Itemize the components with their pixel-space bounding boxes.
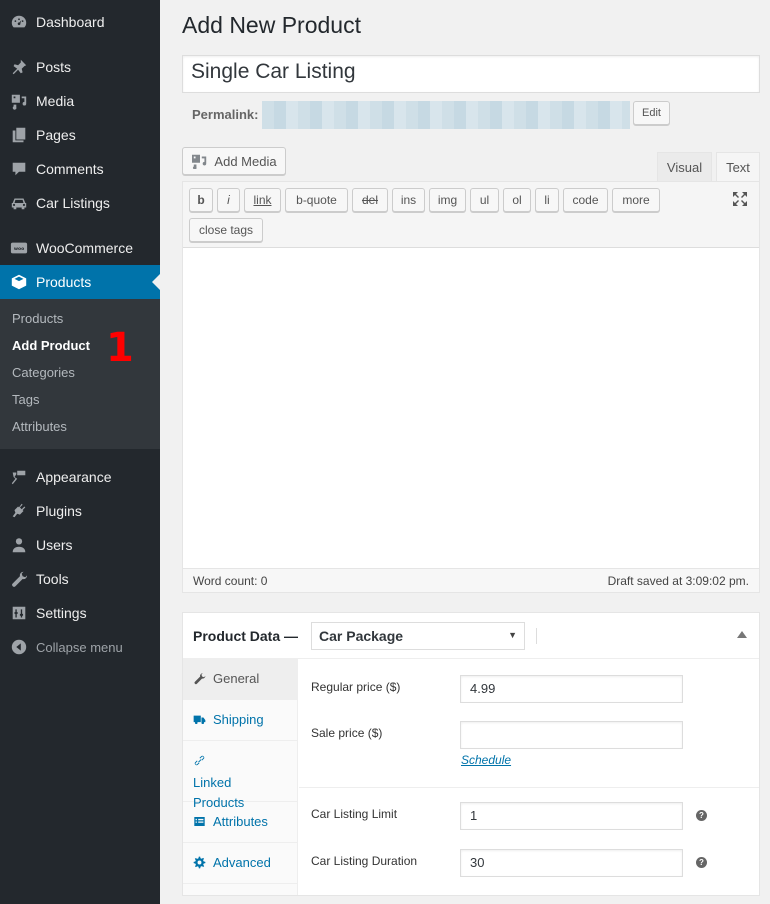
permalink-label: Permalink: — [192, 107, 259, 122]
quicktags-toolbar: b i link b-quote del ins img ul ol li co… — [183, 182, 759, 248]
header-divider — [536, 628, 537, 644]
brush-icon — [0, 468, 36, 486]
qt-more-button[interactable]: more — [612, 188, 660, 212]
car-icon — [0, 194, 36, 212]
qt-del-button[interactable]: del — [352, 188, 388, 212]
product-data-panel: Product Data — Car Package ▼ General Shi… — [182, 612, 760, 896]
schedule-link[interactable]: Schedule — [461, 753, 511, 767]
panel-toggle-arrow-icon[interactable] — [737, 631, 747, 638]
qt-code-button[interactable]: code — [563, 188, 608, 212]
product-data-header: Product Data — Car Package ▼ — [183, 613, 759, 659]
svg-text:woo: woo — [14, 247, 24, 252]
fullscreen-icon[interactable] — [731, 190, 749, 208]
menu-item-media[interactable]: Media — [0, 84, 160, 118]
submenu-item-add-product[interactable]: Add Product — [12, 338, 90, 353]
admin-sidebar: Dashboard Posts Media Pages Comments Car… — [0, 0, 160, 904]
car-listing-limit-label: Car Listing Limit — [311, 807, 398, 821]
link-icon — [193, 751, 213, 773]
pd-tab-advanced[interactable]: Advanced — [183, 843, 297, 884]
post-title-input[interactable]: Single Car Listing — [182, 55, 760, 93]
submenu-item-products[interactable]: Products — [12, 311, 63, 326]
menu-item-car-listings[interactable]: Car Listings — [0, 186, 160, 220]
edit-permalink-button[interactable]: Edit — [633, 101, 670, 125]
tab-visual[interactable]: Visual — [657, 152, 712, 182]
gear-icon — [193, 853, 213, 875]
pd-tab-general[interactable]: General — [183, 659, 297, 700]
menu-item-products[interactable]: Products — [0, 265, 160, 299]
qt-close-tags-button[interactable]: close tags — [189, 218, 263, 242]
menu-item-posts[interactable]: Posts — [0, 50, 160, 84]
product-data-title: Product Data — — [193, 628, 299, 644]
editor-status-bar: Word count: 0 Draft saved at 3:09:02 pm. — [183, 568, 759, 592]
media-icon — [0, 92, 36, 110]
qt-ol-button[interactable]: ol — [503, 188, 531, 212]
car-listing-limit-input[interactable]: 1 — [460, 802, 683, 830]
product-type-select[interactable]: Car Package ▼ — [311, 622, 525, 650]
pin-icon — [0, 58, 36, 76]
car-listing-duration-input[interactable]: 30 — [460, 849, 683, 877]
qt-bold-button[interactable]: b — [189, 188, 213, 212]
car-listing-duration-label: Car Listing Duration — [311, 854, 418, 868]
menu-item-comments[interactable]: Comments — [0, 152, 160, 186]
wrench-icon — [0, 570, 36, 588]
menu-item-tools[interactable]: Tools — [0, 562, 160, 596]
plugin-icon — [0, 502, 36, 520]
menu-item-appearance[interactable]: Appearance — [0, 460, 160, 494]
qt-ins-button[interactable]: ins — [392, 188, 425, 212]
sliders-icon — [0, 604, 36, 622]
box-icon — [0, 273, 36, 291]
product-data-tabs: General Shipping Linked Products Attribu… — [183, 659, 298, 895]
chevron-down-icon: ▼ — [508, 630, 517, 640]
submenu-item-attributes[interactable]: Attributes — [12, 419, 67, 434]
qt-ul-button[interactable]: ul — [470, 188, 499, 212]
pd-tab-linked-products[interactable]: Linked Products — [183, 741, 297, 810]
draft-saved-status: Draft saved at 3:09:02 pm. — [607, 573, 749, 588]
regular-price-input[interactable]: 4.99 — [460, 675, 683, 703]
qt-link-button[interactable]: link — [244, 188, 281, 212]
qt-italic-button[interactable]: i — [217, 188, 240, 212]
collapse-menu-button[interactable]: Collapse menu — [0, 630, 160, 664]
help-icon[interactable]: ? — [696, 857, 707, 868]
add-media-button[interactable]: Add Media — [182, 147, 286, 175]
options-divider — [299, 787, 759, 788]
sale-price-label: Sale price ($) — [311, 726, 383, 740]
pages-icon — [0, 126, 36, 144]
content-textarea[interactable] — [183, 248, 759, 568]
collapse-arrow-icon — [0, 638, 36, 656]
help-icon[interactable]: ? — [696, 810, 707, 821]
submenu-item-tags[interactable]: Tags — [12, 392, 39, 407]
qt-bquote-button[interactable]: b-quote — [285, 188, 348, 212]
wrench-icon — [193, 669, 213, 691]
truck-icon — [193, 710, 213, 732]
word-count: Word count: 0 — [193, 573, 268, 588]
menu-item-pages[interactable]: Pages — [0, 118, 160, 152]
menu-item-dashboard[interactable]: Dashboard — [0, 5, 160, 39]
woo-icon: woo — [0, 239, 36, 257]
pd-tab-shipping[interactable]: Shipping — [183, 700, 297, 741]
menu-item-woocommerce[interactable]: woo WooCommerce — [0, 231, 160, 265]
qt-li-button[interactable]: li — [535, 188, 559, 212]
product-type-value: Car Package — [319, 628, 404, 644]
permalink-url-redacted[interactable] — [262, 101, 630, 129]
menu-item-users[interactable]: Users — [0, 528, 160, 562]
list-icon — [193, 812, 213, 834]
annotation-1: 1 — [106, 325, 134, 371]
regular-price-label: Regular price ($) — [311, 680, 401, 694]
menu-item-plugins[interactable]: Plugins — [0, 494, 160, 528]
media-icon — [192, 154, 207, 169]
comment-icon — [0, 160, 36, 178]
menu-item-settings[interactable]: Settings — [0, 596, 160, 630]
pd-tab-attributes[interactable]: Attributes — [183, 802, 297, 843]
user-icon — [0, 536, 36, 554]
qt-img-button[interactable]: img — [429, 188, 466, 212]
products-submenu: Products Add Product Categories Tags Att… — [0, 299, 160, 449]
sale-price-input[interactable] — [460, 721, 683, 749]
page-title: Add New Product — [182, 12, 361, 38]
add-media-label: Add Media — [214, 153, 277, 169]
dashboard-icon — [0, 13, 36, 31]
content-editor: b i link b-quote del ins img ul ol li co… — [182, 181, 760, 593]
tab-text[interactable]: Text — [716, 152, 760, 182]
submenu-item-categories[interactable]: Categories — [12, 365, 75, 380]
